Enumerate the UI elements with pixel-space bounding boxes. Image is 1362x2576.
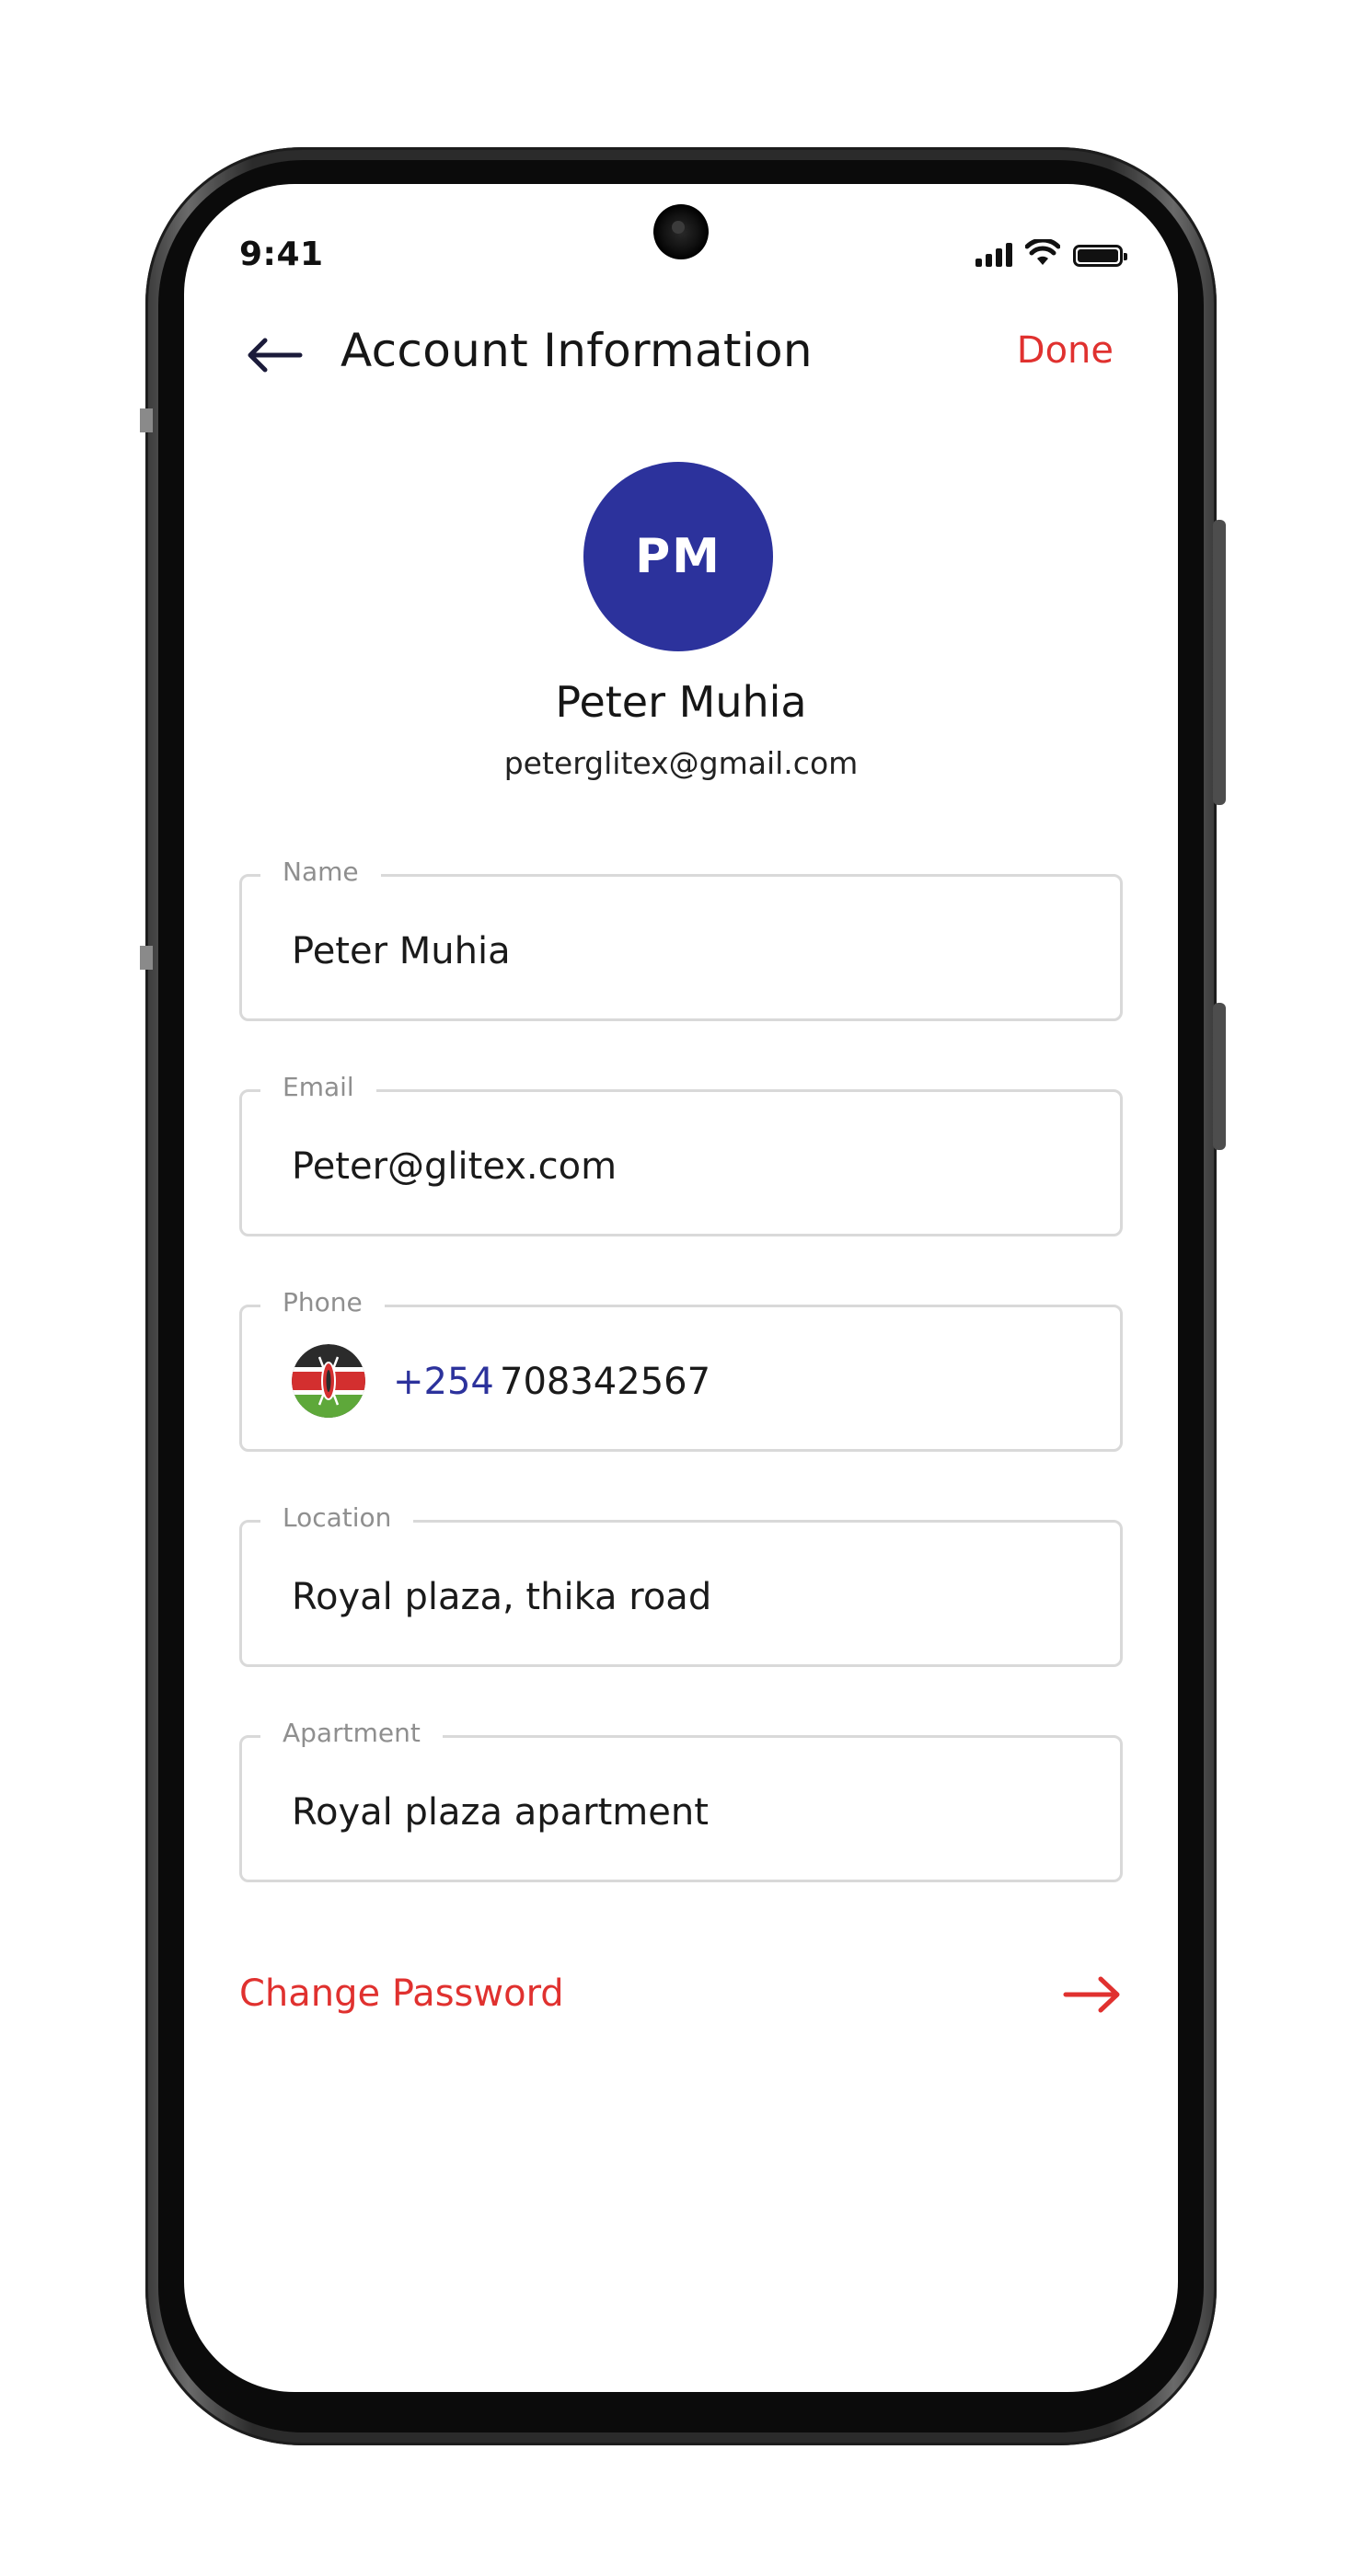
email-field-value: Peter@glitex.com	[292, 1145, 618, 1188]
frame-antenna-line	[140, 408, 153, 432]
avatar-initials: PM	[635, 529, 721, 584]
avatar[interactable]: PM	[583, 462, 773, 651]
dial-code[interactable]: +254	[393, 1361, 494, 1403]
cellular-signal-icon	[975, 243, 1012, 267]
kenya-flag-icon[interactable]	[292, 1344, 365, 1418]
status-time: 9:41	[239, 236, 324, 273]
apartment-field-value: Royal plaza apartment	[292, 1791, 709, 1834]
phone-screen: 9:41 Account Information Done PM Peter M…	[184, 184, 1178, 2392]
email-field-label: Email	[260, 1072, 376, 1102]
apartment-field-label: Apartment	[260, 1718, 443, 1748]
done-button[interactable]: Done	[1017, 329, 1114, 372]
phone-field[interactable]: Phone +254 708342567	[239, 1287, 1123, 1452]
name-field-label: Name	[260, 857, 381, 887]
profile-email: peterglitex@gmail.com	[503, 745, 859, 781]
front-camera-icon	[653, 204, 709, 259]
name-field[interactable]: Name Peter Muhia	[239, 857, 1123, 1021]
power-button	[1213, 520, 1226, 805]
phone-number-value: 708342567	[500, 1361, 711, 1403]
profile-name: Peter Muhia	[555, 677, 807, 727]
phone-field-label: Phone	[260, 1287, 385, 1317]
wifi-icon	[1025, 239, 1060, 265]
change-password-label: Change Password	[239, 1972, 564, 2015]
page-title: Account Information	[340, 324, 813, 377]
name-field-value: Peter Muhia	[292, 930, 511, 972]
frame-antenna-line	[140, 946, 153, 970]
volume-button	[1213, 1003, 1226, 1150]
location-field-label: Location	[260, 1502, 414, 1533]
location-field-value: Royal plaza, thika road	[292, 1576, 712, 1618]
change-password-link[interactable]: Change Password	[239, 1967, 1123, 2031]
arrow-left-icon	[248, 338, 303, 373]
email-field[interactable]: Email Peter@glitex.com	[239, 1072, 1123, 1236]
back-button[interactable]	[239, 320, 309, 390]
location-field[interactable]: Location Royal plaza, thika road	[239, 1502, 1123, 1667]
arrow-right-icon	[1063, 1976, 1120, 2013]
apartment-field[interactable]: Apartment Royal plaza apartment	[239, 1718, 1123, 1882]
status-icons	[975, 239, 1127, 267]
battery-icon	[1073, 245, 1127, 267]
